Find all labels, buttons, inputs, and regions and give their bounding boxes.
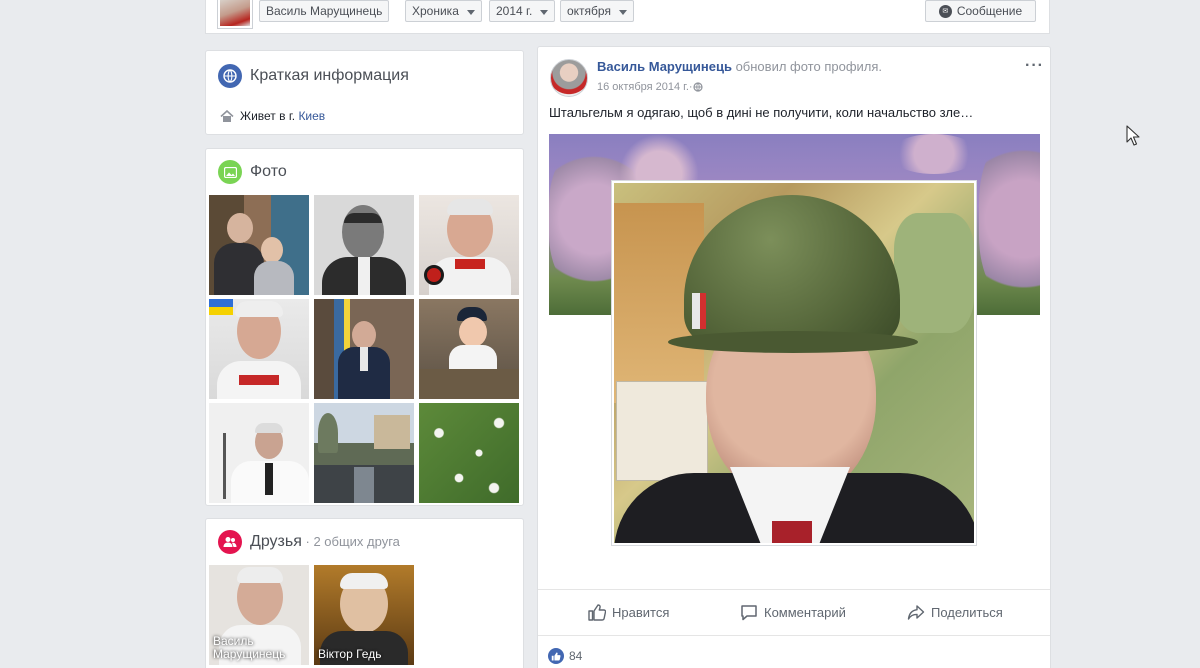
lives-in-row: Живет в г. Киев xyxy=(220,109,325,123)
message-label: Сообщение xyxy=(956,4,1023,18)
timeline-dropdown[interactable]: Хроника xyxy=(405,0,482,22)
friend-tile[interactable]: Василь Марущинець xyxy=(209,565,309,665)
month-label: октября xyxy=(567,4,611,18)
photo-thumbnail[interactable] xyxy=(314,195,414,295)
friends-title-row: Друзья · 2 общих друга xyxy=(250,533,400,551)
profile-name-button[interactable]: Василь Марущинець xyxy=(259,0,390,22)
post-text: Штальгельм я одягаю, щоб в дині не получ… xyxy=(549,105,974,120)
photo-thumbnail[interactable] xyxy=(314,403,414,503)
globe-icon xyxy=(218,64,242,88)
share-icon xyxy=(907,605,925,620)
month-dropdown[interactable]: октября xyxy=(560,0,634,22)
photo-thumbnail[interactable] xyxy=(419,403,519,503)
mutual-friends-count[interactable]: 2 общих друга xyxy=(313,534,399,549)
post-header-line: Василь Марущинець обновил фото профиля. xyxy=(597,59,882,74)
year-label: 2014 г. xyxy=(496,4,533,18)
mouse-cursor-icon xyxy=(1126,125,1140,146)
comment-button[interactable]: Комментарий xyxy=(740,604,846,621)
timeline-label: Хроника xyxy=(412,4,459,18)
comment-icon xyxy=(741,605,757,621)
home-icon xyxy=(220,109,234,122)
profile-navigation-bar: Василь Марущинець Хроника 2014 г. октябр… xyxy=(205,0,1050,34)
reactions-summary[interactable]: 84 xyxy=(548,648,582,664)
share-button[interactable]: Поделиться xyxy=(907,604,1003,621)
friends-icon xyxy=(218,530,242,554)
friends-title-link[interactable]: Друзья xyxy=(250,533,302,550)
photo-thumbnail[interactable] xyxy=(209,299,309,399)
divider xyxy=(538,589,1050,590)
photo-thumbnail[interactable] xyxy=(209,195,309,295)
friend-name[interactable]: Василь Марущинець xyxy=(213,635,293,661)
more-dots-icon[interactable]: ··· xyxy=(1025,57,1044,75)
like-label: Нравится xyxy=(612,605,670,620)
photos-card: Фото xyxy=(205,148,524,506)
friends-title-separator: · xyxy=(301,534,314,549)
author-avatar[interactable] xyxy=(550,59,588,97)
lives-in-city-link[interactable]: Киев xyxy=(298,109,325,123)
photo-thumbnail[interactable] xyxy=(419,299,519,399)
photos-title: Фото xyxy=(250,163,287,180)
comment-label: Комментарий xyxy=(764,605,846,620)
photo-icon xyxy=(218,160,242,184)
chevron-down-icon xyxy=(540,9,549,15)
likes-count: 84 xyxy=(569,649,583,663)
share-label: Поделиться xyxy=(931,605,1003,620)
post-action-text: обновил фото профиля. xyxy=(735,59,883,74)
divider xyxy=(538,635,1050,636)
profile-name-label: Василь Марущинець xyxy=(266,4,383,18)
like-reaction-icon xyxy=(548,648,564,664)
globe-icon[interactable] xyxy=(692,82,703,92)
message-button[interactable]: ✉ Сообщение xyxy=(925,0,1036,22)
post-author-link[interactable]: Василь Марущинець xyxy=(597,59,732,74)
chevron-down-icon xyxy=(466,9,475,15)
intro-title: Краткая информация xyxy=(250,67,409,84)
thumbs-up-icon xyxy=(588,604,606,621)
post-date-link[interactable]: 16 октября 2014 г. xyxy=(597,81,689,93)
year-dropdown[interactable]: 2014 г. xyxy=(489,0,556,22)
like-button[interactable]: Нравится xyxy=(588,604,669,621)
photo-thumbnail[interactable] xyxy=(314,299,414,399)
post-meta: 16 октября 2014 г. · xyxy=(597,81,703,93)
lives-in-prefix: Живет в г. xyxy=(240,109,296,123)
friend-tile[interactable]: Віктор Гедь xyxy=(314,565,414,665)
messenger-icon: ✉ xyxy=(938,4,952,18)
photo-thumbnail[interactable] xyxy=(209,403,309,503)
photo-thumbnail[interactable] xyxy=(419,195,519,295)
profile-photo[interactable] xyxy=(611,180,977,546)
chevron-down-icon xyxy=(618,9,627,15)
profile-avatar[interactable] xyxy=(218,0,252,28)
friend-name[interactable]: Віктор Гедь xyxy=(318,648,381,661)
intro-card: Краткая информация Живет в г. Киев xyxy=(205,50,524,135)
friends-card: Друзья · 2 общих друга Василь Марущинець… xyxy=(205,518,524,668)
post-card: Василь Марущинець обновил фото профиля. … xyxy=(537,46,1051,668)
